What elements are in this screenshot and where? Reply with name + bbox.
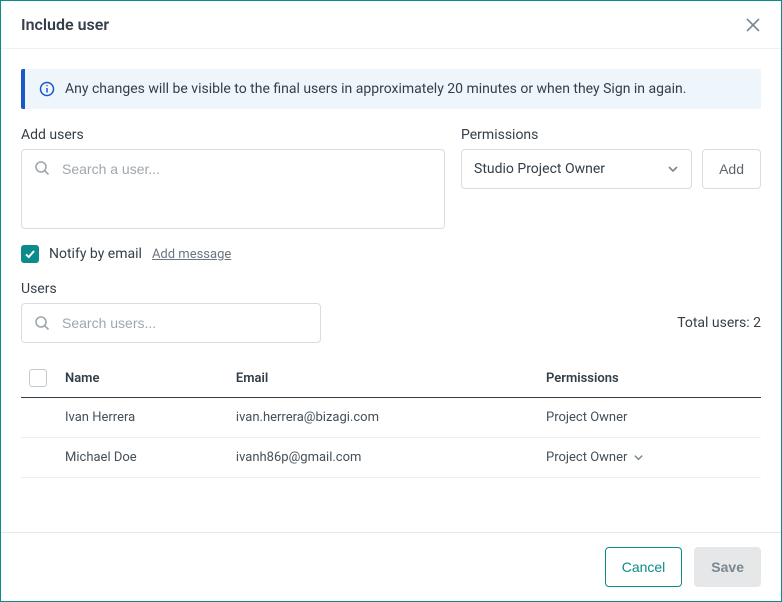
notify-checkbox[interactable] — [21, 245, 39, 263]
chevron-down-icon — [667, 163, 679, 175]
add-users-search-box[interactable] — [21, 149, 445, 229]
info-icon — [39, 81, 55, 97]
info-text: Any changes will be visible to the final… — [65, 81, 686, 97]
close-button[interactable] — [745, 17, 761, 33]
include-user-modal: Include user Any changes will be visible… — [0, 0, 782, 602]
user-email: ivan.herrera@bizagi.com — [228, 398, 538, 438]
user-permission: Project Owner — [546, 410, 753, 425]
check-icon — [24, 248, 36, 260]
search-icon — [34, 315, 50, 331]
total-users: Total users: 2 — [677, 315, 761, 331]
select-all-checkbox[interactable] — [29, 369, 47, 387]
users-search-input[interactable] — [60, 314, 308, 332]
table-row: Michael Doe ivanh86p@gmail.com Project O… — [21, 438, 761, 478]
user-permission-label: Project Owner — [546, 410, 627, 425]
user-permission-label: Project Owner — [546, 450, 627, 465]
notify-label: Notify by email — [49, 246, 142, 262]
permissions-select[interactable]: Studio Project Owner — [461, 149, 692, 189]
chevron-down-icon — [633, 452, 644, 463]
modal-header: Include user — [1, 1, 781, 49]
permissions-label: Permissions — [461, 127, 692, 143]
add-users-label: Add users — [21, 127, 445, 143]
close-icon — [745, 17, 761, 33]
add-message-link[interactable]: Add message — [152, 247, 231, 262]
add-users-input[interactable] — [60, 160, 432, 178]
info-banner: Any changes will be visible to the final… — [21, 69, 761, 109]
add-button[interactable]: Add — [702, 149, 761, 189]
column-name: Name — [57, 359, 228, 398]
user-name: Michael Doe — [57, 438, 228, 478]
modal-body: Any changes will be visible to the final… — [1, 49, 781, 532]
column-email: Email — [228, 359, 538, 398]
modal-title: Include user — [21, 15, 109, 34]
user-email: ivanh86p@gmail.com — [228, 438, 538, 478]
cancel-button[interactable]: Cancel — [605, 547, 683, 587]
modal-footer: Cancel Save — [1, 532, 781, 601]
table-row: Ivan Herrera ivan.herrera@bizagi.com Pro… — [21, 398, 761, 438]
users-search-box[interactable] — [21, 303, 321, 343]
user-permission-select[interactable]: Project Owner — [546, 450, 753, 465]
save-button[interactable]: Save — [694, 547, 761, 587]
permissions-selected-value: Studio Project Owner — [474, 161, 605, 177]
users-label: Users — [21, 281, 761, 297]
user-name: Ivan Herrera — [57, 398, 228, 438]
column-permissions: Permissions — [538, 359, 761, 398]
users-table: Name Email Permissions Ivan Herrera ivan… — [21, 359, 761, 478]
search-icon — [34, 160, 50, 176]
